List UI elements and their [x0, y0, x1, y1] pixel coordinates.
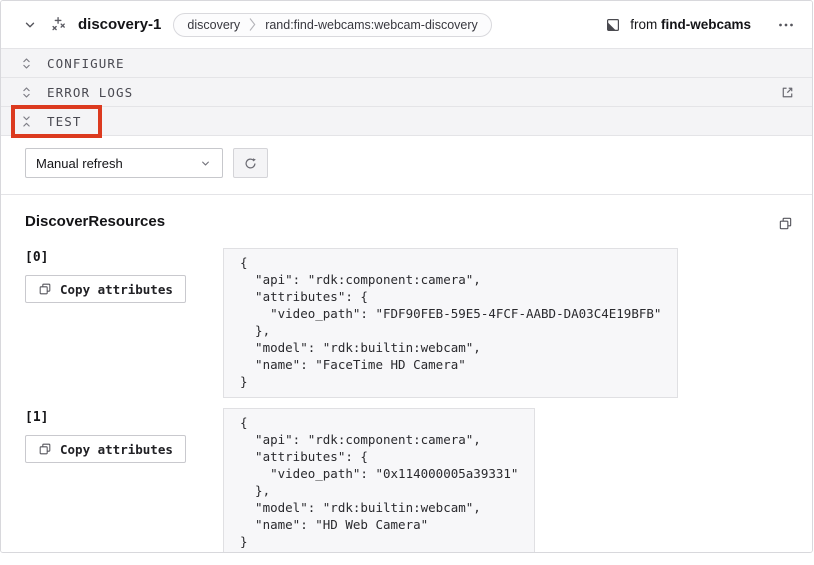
badge-type-label: discovery [187, 18, 240, 32]
section-test[interactable]: TEST [1, 106, 812, 135]
result-index-label: [1] [25, 410, 223, 425]
copy-attributes-button-0[interactable]: Copy attributes [25, 275, 186, 303]
card-header-right: from find-webcams [605, 14, 798, 36]
annotation-highlight: TEST [11, 105, 102, 138]
chevron-down-icon [199, 157, 212, 170]
badge-separator-chevron-icon [249, 17, 256, 32]
resource-title: discovery-1 [78, 16, 161, 33]
unfold-icon [19, 85, 34, 100]
card-header-left: discovery-1 discovery rand:find-webcams:… [19, 13, 492, 37]
resource-card: discovery-1 discovery rand:find-webcams:… [0, 0, 813, 553]
open-logs-external-button[interactable] [777, 82, 798, 103]
copy-icon [38, 442, 52, 456]
discover-results: DiscoverResources [0] [1, 195, 812, 553]
results-header: DiscoverResources [1, 195, 812, 234]
card-header: discovery-1 discovery rand:find-webcams:… [1, 1, 812, 48]
refresh-button[interactable] [233, 148, 268, 178]
refresh-controls: Manual refresh [1, 136, 812, 195]
copy-icon [778, 216, 793, 231]
card-menu-button[interactable] [774, 14, 798, 36]
results-title: DiscoverResources [25, 213, 165, 230]
refresh-mode-select[interactable]: Manual refresh [25, 148, 223, 178]
copy-attributes-button-1[interactable]: Copy attributes [25, 435, 186, 463]
section-configure-label: CONFIGURE [47, 56, 125, 71]
section-error-logs-label: ERROR LOGS [47, 85, 133, 100]
result-item-1: [1] Copy attributes { "api": "rdk:compon… [1, 408, 812, 553]
resource-type-badge: discovery rand:find-webcams:webcam-disco… [173, 13, 491, 37]
result-1-controls: [1] Copy attributes [25, 408, 223, 463]
refresh-icon [243, 156, 258, 171]
unfold-icon [19, 56, 34, 71]
discovery-sparkle-icon [50, 16, 67, 33]
copy-results-button[interactable] [775, 213, 796, 234]
collapse-card-chevron-icon[interactable] [19, 14, 41, 36]
result-json-0: { "api": "rdk:component:camera", "attrib… [223, 248, 678, 398]
result-json-1: { "api": "rdk:component:camera", "attrib… [223, 408, 535, 553]
result-item-0: [0] Copy attributes { "api": "rdk:compon… [1, 248, 812, 398]
refresh-mode-value: Manual refresh [36, 156, 123, 171]
copy-icon [38, 282, 52, 296]
from-module-name: find-webcams [661, 17, 751, 32]
module-icon [605, 17, 621, 33]
section-error-logs[interactable]: ERROR LOGS [1, 77, 812, 106]
result-0-controls: [0] Copy attributes [25, 248, 223, 303]
external-link-icon [780, 85, 795, 100]
section-configure-left: CONFIGURE [19, 56, 125, 71]
copy-attributes-label: Copy attributes [60, 282, 173, 297]
result-index-label: [0] [25, 250, 223, 265]
section-test-label: TEST [47, 114, 82, 129]
section-configure[interactable]: CONFIGURE [1, 48, 812, 77]
from-module-text: from find-webcams [630, 17, 751, 32]
test-panel: Manual refresh DiscoverResources [1, 135, 812, 553]
copy-attributes-label: Copy attributes [60, 442, 173, 457]
fold-icon [19, 114, 34, 129]
badge-model-label: rand:find-webcams:webcam-discovery [265, 18, 478, 32]
from-label: from [630, 17, 657, 32]
section-error-logs-left: ERROR LOGS [19, 85, 133, 100]
ellipsis-icon [777, 17, 795, 33]
